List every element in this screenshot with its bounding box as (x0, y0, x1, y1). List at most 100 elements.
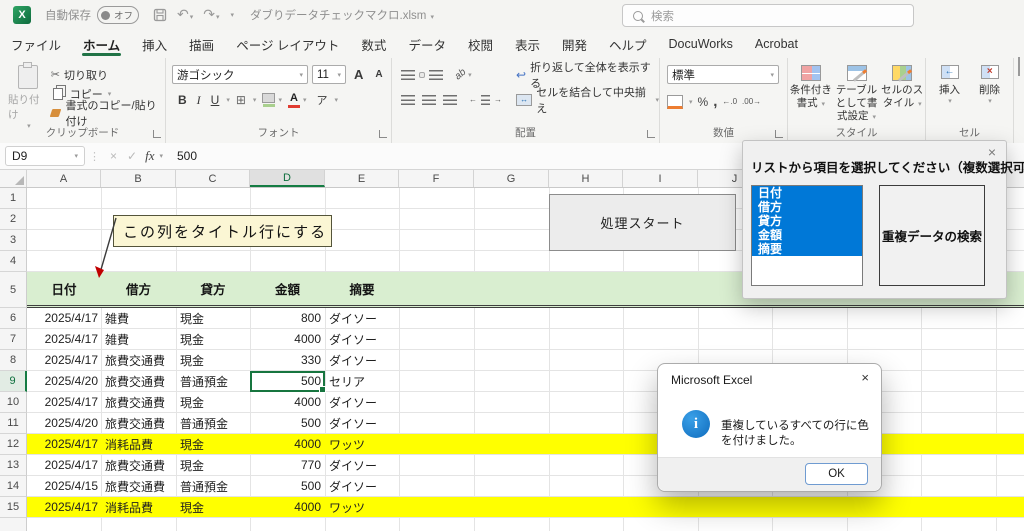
font-color-button[interactable]: A (288, 93, 300, 108)
tab-acrobat[interactable]: Acrobat (744, 30, 809, 58)
increase-decimal-button[interactable]: ←.0 (722, 97, 737, 106)
grow-font-button[interactable]: A (350, 67, 367, 82)
tab-insert[interactable]: 挿入 (131, 30, 178, 58)
wrap-text-button[interactable]: ↩ 折り返して全体を表示する (516, 65, 659, 84)
fill-color-button[interactable] (262, 93, 275, 107)
row-header-partial[interactable] (0, 518, 27, 531)
redo-button[interactable]: ↷▾ (203, 6, 219, 24)
cell[interactable]: 現金 (176, 392, 250, 412)
tab-developer[interactable]: 開発 (551, 30, 598, 58)
tab-review[interactable]: 校閲 (457, 30, 504, 58)
row-header[interactable]: 6 (0, 308, 27, 329)
search-input[interactable]: 検索 (622, 4, 914, 27)
cancel-entry-icon[interactable]: × (104, 149, 123, 163)
row-header[interactable]: 2 (0, 209, 27, 230)
cell[interactable]: 旅費交通費 (101, 476, 176, 496)
column-header-g[interactable]: G (474, 170, 549, 187)
row-header[interactable]: 5 (0, 272, 27, 308)
row-header[interactable]: 12 (0, 434, 27, 455)
cell[interactable]: ダイソー (325, 413, 399, 433)
cell[interactable]: 800 (250, 308, 325, 328)
save-icon[interactable] (153, 8, 167, 22)
header-cell[interactable]: 貸方 (176, 272, 250, 305)
column-header-e[interactable]: E (325, 170, 399, 187)
align-center-icon[interactable] (422, 95, 436, 105)
comma-style-button[interactable]: , (713, 93, 717, 110)
column-header-b[interactable]: B (101, 170, 176, 187)
cut-button[interactable]: ✂ 切り取り (51, 65, 165, 84)
font-name-select[interactable]: 游ゴシック▾ (172, 65, 308, 84)
formula-input[interactable]: 500 (177, 149, 197, 163)
list-item[interactable]: 借方 (752, 200, 862, 214)
cell[interactable]: ダイソー (325, 455, 399, 475)
header-cell[interactable]: 摘要 (325, 272, 399, 305)
row-header[interactable]: 4 (0, 251, 27, 272)
header-cell[interactable]: 金額 (250, 272, 325, 305)
cell[interactable]: 2025/4/17 (27, 497, 101, 517)
cell[interactable]: セリア (325, 371, 399, 391)
row-header-selected[interactable]: 9 (0, 371, 27, 392)
align-left-icon[interactable] (401, 95, 415, 105)
cell[interactable]: 2025/4/20 (27, 413, 101, 433)
macro-start-button[interactable]: 処理スタート (549, 194, 736, 251)
cell[interactable]: 2025/4/17 (27, 392, 101, 412)
document-title[interactable]: ダブりデータチェックマクロ.xlsm ▾ (250, 7, 434, 23)
dialog-launcher-icon[interactable] (153, 130, 161, 138)
cell[interactable]: 330 (250, 350, 325, 370)
select-all-button[interactable] (0, 170, 27, 187)
name-box[interactable]: D9 ▾ (5, 146, 85, 166)
insert-function-icon[interactable]: fx (141, 148, 158, 164)
callout-note[interactable]: この列をタイトル行にする (113, 215, 332, 247)
cell[interactable]: 4000 (250, 329, 325, 349)
cell[interactable]: 旅費交通費 (101, 413, 176, 433)
decrease-decimal-button[interactable]: .00→ (742, 97, 761, 106)
decrease-indent-icon[interactable]: ← (469, 95, 477, 104)
orientation-icon[interactable]: ab (453, 67, 469, 83)
insert-cells-button[interactable]: ← 挿入 ▾ (930, 65, 970, 105)
row-header[interactable]: 14 (0, 476, 27, 497)
list-item[interactable]: 貸方 (752, 214, 862, 228)
fill-handle[interactable] (319, 386, 326, 393)
cell[interactable]: 旅費交通費 (101, 371, 176, 391)
cell[interactable]: 現金 (176, 350, 250, 370)
cell[interactable]: 旅費交通費 (101, 350, 176, 370)
cell[interactable]: 2025/4/17 (27, 434, 101, 454)
cell[interactable]: 2025/4/17 (27, 308, 101, 328)
align-bottom-icon[interactable] (429, 70, 443, 80)
column-header-c[interactable]: C (176, 170, 250, 187)
cell[interactable]: 現金 (176, 434, 250, 454)
tab-data[interactable]: データ (397, 30, 457, 58)
cell[interactable]: 現金 (176, 455, 250, 475)
tab-help[interactable]: ヘルプ (598, 30, 658, 58)
column-header-h[interactable]: H (549, 170, 623, 187)
column-header-f[interactable]: F (399, 170, 474, 187)
cell[interactable]: 消耗品費 (101, 434, 176, 454)
dialog-launcher-icon[interactable] (379, 130, 387, 138)
delete-cells-button[interactable]: × 削除 ▾ (970, 65, 1010, 105)
cell[interactable]: 雑費 (101, 329, 176, 349)
cell[interactable]: 旅費交通費 (101, 392, 176, 412)
borders-button[interactable]: ⊞ (232, 93, 250, 107)
empty-row[interactable] (27, 518, 1024, 531)
phonetic-button[interactable]: ア (312, 92, 331, 108)
font-size-select[interactable]: 11▾ (312, 65, 346, 84)
cell-styles-button[interactable]: セルのスタイル ▾ (879, 65, 925, 123)
cell[interactable]: 2025/4/20 (27, 371, 101, 391)
cell[interactable]: 旅費交通費 (101, 455, 176, 475)
tab-formulas[interactable]: 数式 (350, 30, 397, 58)
shrink-font-button[interactable]: A (371, 69, 386, 80)
format-painter-button[interactable]: 書式のコピー/貼り付け (51, 103, 165, 122)
column-header-d[interactable]: D (250, 170, 325, 187)
cell[interactable]: 現金 (176, 329, 250, 349)
cell[interactable]: 4000 (250, 392, 325, 412)
cell[interactable]: ダイソー (325, 476, 399, 496)
cell[interactable]: ワッツ (325, 497, 399, 517)
format-button-partial-icon[interactable] (1018, 57, 1020, 76)
cell[interactable]: 現金 (176, 497, 250, 517)
conditional-formatting-button[interactable]: 条件付き書式 ▾ (788, 65, 834, 123)
bold-button[interactable]: B (174, 93, 191, 107)
cell[interactable]: ワッツ (325, 434, 399, 454)
tab-draw[interactable]: 描画 (178, 30, 225, 58)
underline-button[interactable]: U (207, 93, 224, 107)
field-listbox[interactable]: 日付 借方 貸方 金額 摘要 (751, 185, 863, 286)
